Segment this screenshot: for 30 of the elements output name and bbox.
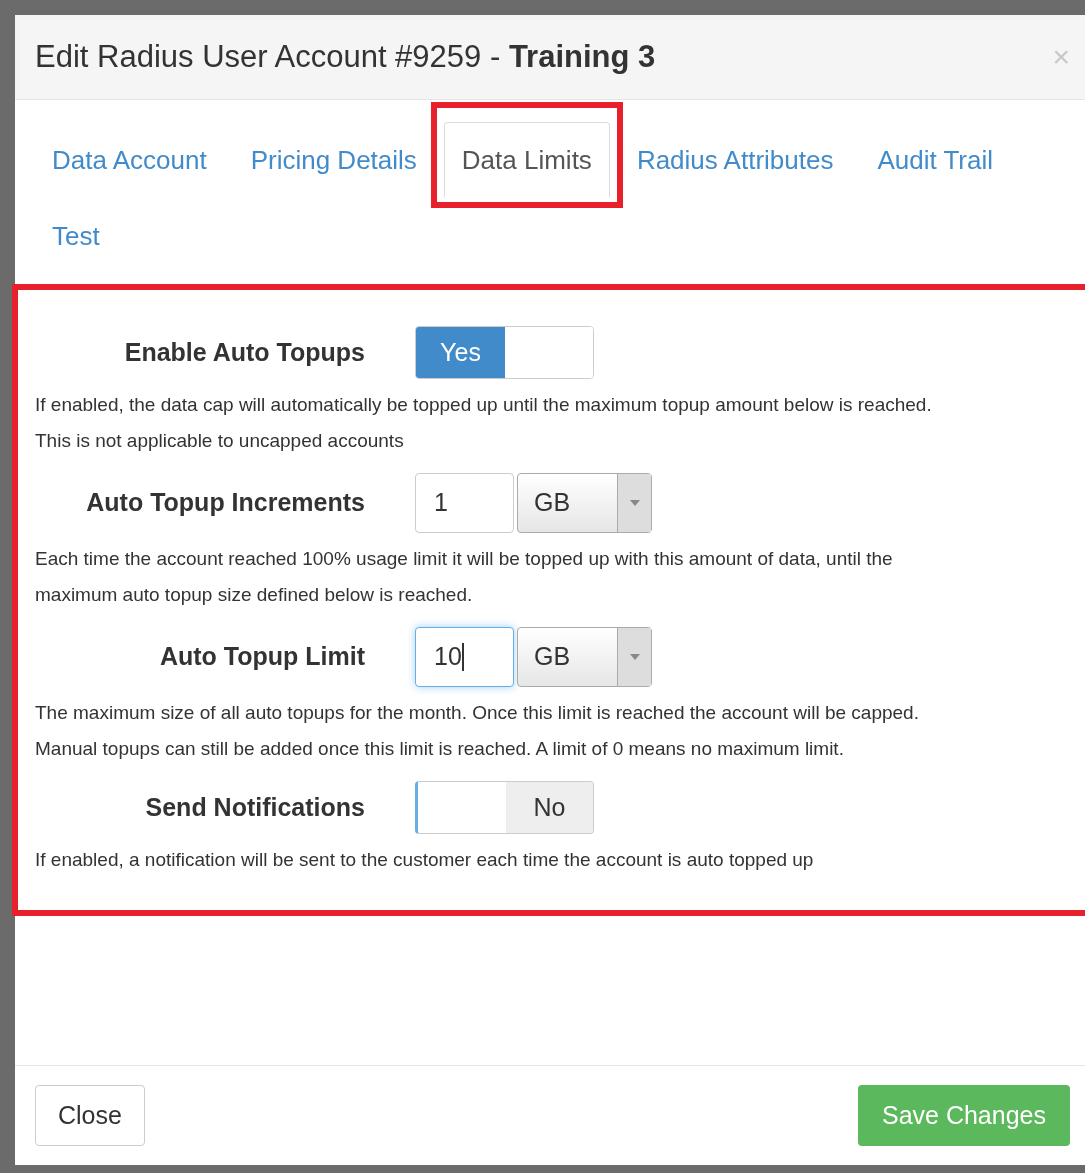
tab[interactable]: Pricing Details xyxy=(233,122,434,198)
amount-field[interactable]: 1 xyxy=(415,473,514,533)
tab[interactable]: Data Account xyxy=(35,122,224,198)
toggle-switch[interactable]: No xyxy=(415,781,594,834)
help-text: maximum auto topup size defined below is reached. xyxy=(35,583,474,607)
tab[interactable]: Data Limits xyxy=(443,122,610,198)
setting-label: Enable Auto Topups xyxy=(123,336,365,368)
unit-dropdown[interactable]: GB xyxy=(517,627,652,687)
close-button[interactable]: Close xyxy=(35,1085,145,1146)
tab[interactable]: Audit Trail xyxy=(860,122,1011,198)
help-text: If enabled, a notification will be sent to the customer each time the account is auto topped up xyxy=(35,848,815,872)
save-button[interactable]: Save Changes xyxy=(858,1085,1070,1146)
unit-dropdown[interactable]: GB xyxy=(517,473,652,533)
toggle-switch[interactable]: Yes xyxy=(415,326,594,379)
help-text: Each time the account reached 100% usage limit it will be topped up with this amount of data, until the xyxy=(35,547,894,571)
help-text: This is not applicable to uncapped accounts xyxy=(35,429,405,453)
setting-label: Send Notifications xyxy=(144,791,365,823)
setting-label: Auto Topup Increments xyxy=(85,487,365,519)
setting-label: Auto Topup Limit xyxy=(158,641,365,673)
help-text: Manual topups can still be added once this limit is reached. A limit of 0 means no maximum limit. xyxy=(35,737,845,761)
caret-icon xyxy=(629,654,640,660)
help-text: The maximum size of all auto topups for the month. Once this limit is reached the account will be capped. xyxy=(35,701,920,725)
help-text: If enabled, the data cap will automatically be topped up until the maximum topup amount below is reached. xyxy=(35,393,933,417)
caret-icon xyxy=(629,500,640,506)
tab[interactable]: Test xyxy=(35,198,117,274)
tab[interactable]: Radius Attributes xyxy=(619,122,851,198)
amount-field[interactable]: 10 xyxy=(415,627,514,687)
switch-label: No xyxy=(506,782,593,833)
switch-label: Yes xyxy=(416,327,505,378)
dialog-title: Edit Radius User Account #9259 - Training 3 xyxy=(35,37,656,76)
